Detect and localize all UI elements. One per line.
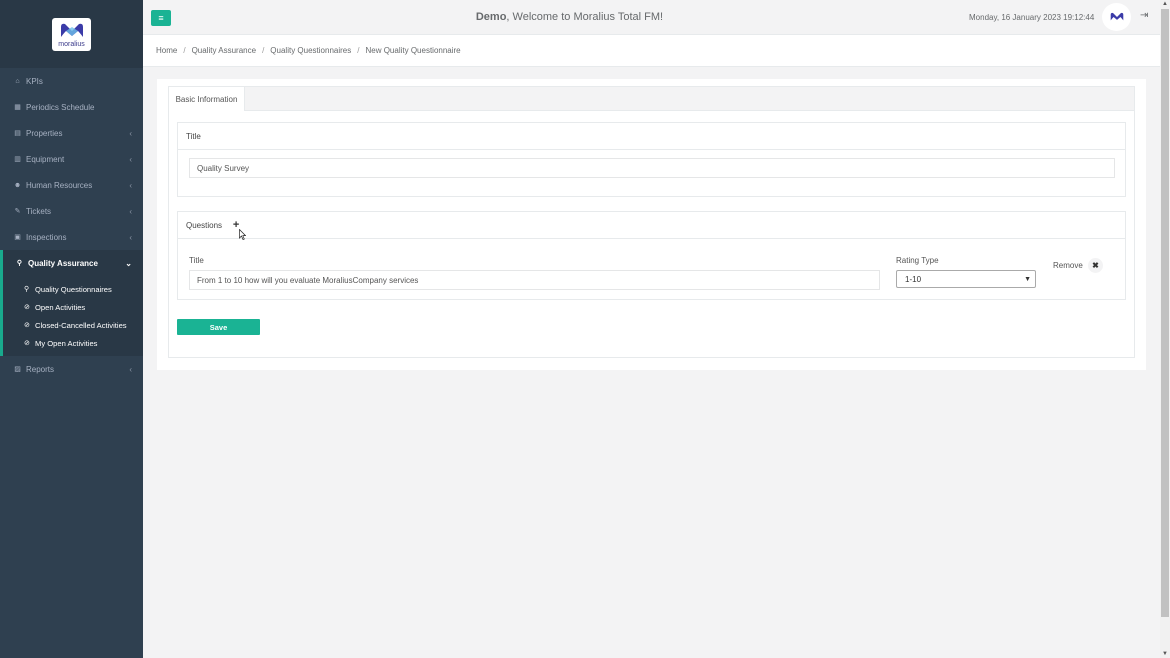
rating-type-select[interactable]: 1-10 ▼ [896,270,1036,288]
questions-section: Questions + Title From 1 to 10 how will … [177,211,1126,300]
chevron-left-icon: ‹ [129,206,132,216]
sidebar-subitem-label: My Open Activities [35,338,98,348]
sidebar-item-human-resources[interactable]: ☻ Human Resources ‹ [0,172,143,198]
close-icon: ✖ [1092,261,1099,270]
question-title-label: Title [189,256,204,265]
calendar-icon: ▦ [14,104,21,111]
sidebar-item-periodics-schedule[interactable]: ▦ Periodics Schedule [0,94,143,120]
check-circle-icon: ⊘ [24,340,30,347]
breadcrumb-home[interactable]: Home [156,46,177,55]
sidebar-item-kpis[interactable]: ⌂ KPIs [0,68,143,94]
breadcrumb-separator: / [357,46,360,55]
title-section: Title Quality Survey [177,122,1126,197]
questionnaire-title-input[interactable]: Quality Survey [189,158,1115,178]
check-circle-icon: ⊘ [24,322,30,329]
sidebar-subitem-label: Quality Questionnaires [35,284,112,294]
welcome-text: , Welcome to Moralius Total FM! [506,11,664,23]
sidebar-item-label: Periodics Schedule [26,102,95,112]
welcome-user: Demo [475,11,507,23]
sidebar-item-properties[interactable]: ▤ Properties ‹ [0,120,143,146]
tab-strip: Basic Information [169,87,1134,111]
rating-type-value: 1-10 [905,274,922,284]
sidebar-item-label: Human Resources [26,180,93,190]
moralius-logo-icon [60,23,83,37]
chevron-left-icon: ‹ [129,128,132,138]
questions-section-heading: Questions + [178,212,1125,239]
breadcrumb-quality-questionnaires[interactable]: Quality Questionnaires [270,46,351,55]
sidebar-nav: ⌂ KPIs ▦ Periodics Schedule ▤ Properties ‹ ▥ Equ… [0,68,143,382]
check-circle-icon: ⊘ [24,304,30,311]
map-icon: ▣ [14,234,21,241]
chevron-left-icon: ‹ [129,364,132,374]
sidebar-item-inspections[interactable]: ▣ Inspections ‹ [0,224,143,250]
sidebar-item-label: Inspections [26,232,67,242]
chevron-down-icon: ▼ [1024,275,1031,283]
home-icon: ⌂ [15,77,20,85]
question-title-input[interactable]: From 1 to 10 how will you evaluate Moral… [189,270,880,290]
breadcrumb-separator: / [262,46,265,55]
logo-area: moralius [0,0,143,68]
sidebar-item-label: Quality Assurance [28,258,98,268]
sidebar-subitem-closed-cancelled-activities[interactable]: ⊘ Closed-Cancelled Activities [3,316,143,334]
sidebar-item-label: Equipment [26,154,65,164]
book-icon: ▨ [14,366,21,373]
scrollbar-thumb[interactable] [1161,9,1169,617]
save-button[interactable]: Save [177,319,260,335]
building-icon: ▤ [14,130,21,137]
sidebar-item-label: KPIs [26,76,43,86]
search-icon: ⚲ [24,286,30,293]
sidebar-subitem-label: Open Activities [35,302,86,312]
breadcrumb-current: New Quality Questionnaire [365,46,461,55]
chevron-down-icon: ⌄ [125,258,132,268]
remove-label: Remove [1053,261,1083,270]
datetime: Monday, 16 January 2023 19:12:44 [969,13,1095,22]
sidebar-item-quality-assurance[interactable]: ⚲ Quality Assurance ⌄ [0,250,143,276]
sidebar-item-label: Properties [26,128,63,138]
quality-assurance-submenu: ⚲ Quality Questionnaires ⊘ Open Activities ⊘… [0,276,143,356]
sidebar-item-tickets[interactable]: ✎ Tickets ‹ [0,198,143,224]
sidebar-subitem-quality-questionnaires[interactable]: ⚲ Quality Questionnaires [3,280,143,298]
questionnaire-card: Basic Information Title Quality Survey Q… [157,79,1146,370]
breadcrumb: Home / Quality Assurance / Quality Quest… [143,35,1160,67]
sidebar-subitem-label: Closed-Cancelled Activities [35,320,127,330]
rating-type-label: Rating Type [896,256,939,265]
breadcrumb-quality-assurance[interactable]: Quality Assurance [192,46,256,55]
clipboard-icon: ▥ [14,156,21,163]
logo-text: moralius [58,40,85,48]
breadcrumb-separator: / [183,46,186,55]
sidebar: moralius ⌂ KPIs ▦ Periodics Schedule ▤ Proper… [0,0,143,658]
sidebar-item-equipment[interactable]: ▥ Equipment ‹ [0,146,143,172]
page-scrollbar[interactable]: ▲ ▼ [1160,0,1170,658]
tabs-panel: Basic Information Title Quality Survey Q… [168,86,1135,358]
logout-icon[interactable]: ⇥ [1140,10,1148,21]
title-section-heading: Title [178,123,1125,150]
sidebar-item-reports[interactable]: ▨ Reports ‹ [0,356,143,382]
top-bar: ≡ Demo, Welcome to Moralius Total FM! Mo… [143,0,1160,35]
remove-question-button[interactable]: ✖ [1088,258,1103,273]
avatar[interactable] [1102,3,1131,31]
chevron-left-icon: ‹ [129,154,132,164]
chevron-left-icon: ‹ [129,180,132,190]
chevron-left-icon: ‹ [129,232,132,242]
search-icon: ⚲ [16,260,23,267]
ticket-icon: ✎ [14,208,21,215]
logo[interactable]: moralius [52,17,91,51]
tab-basic-information[interactable]: Basic Information [169,87,245,111]
welcome-message: Demo, Welcome to Moralius Total FM! [143,11,996,23]
scroll-up-arrow-icon[interactable]: ▲ [1162,1,1168,7]
users-icon: ☻ [13,181,22,189]
scroll-down-arrow-icon[interactable]: ▼ [1162,651,1168,657]
sidebar-subitem-open-activities[interactable]: ⊘ Open Activities [3,298,143,316]
moralius-logo-icon [1110,12,1123,21]
sidebar-item-label: Tickets [26,206,52,216]
sidebar-item-label: Reports [26,364,55,374]
questions-heading-label: Questions [186,220,223,230]
sidebar-subitem-my-open-activities[interactable]: ⊘ My Open Activities [3,334,143,352]
mouse-cursor-icon [239,229,246,240]
